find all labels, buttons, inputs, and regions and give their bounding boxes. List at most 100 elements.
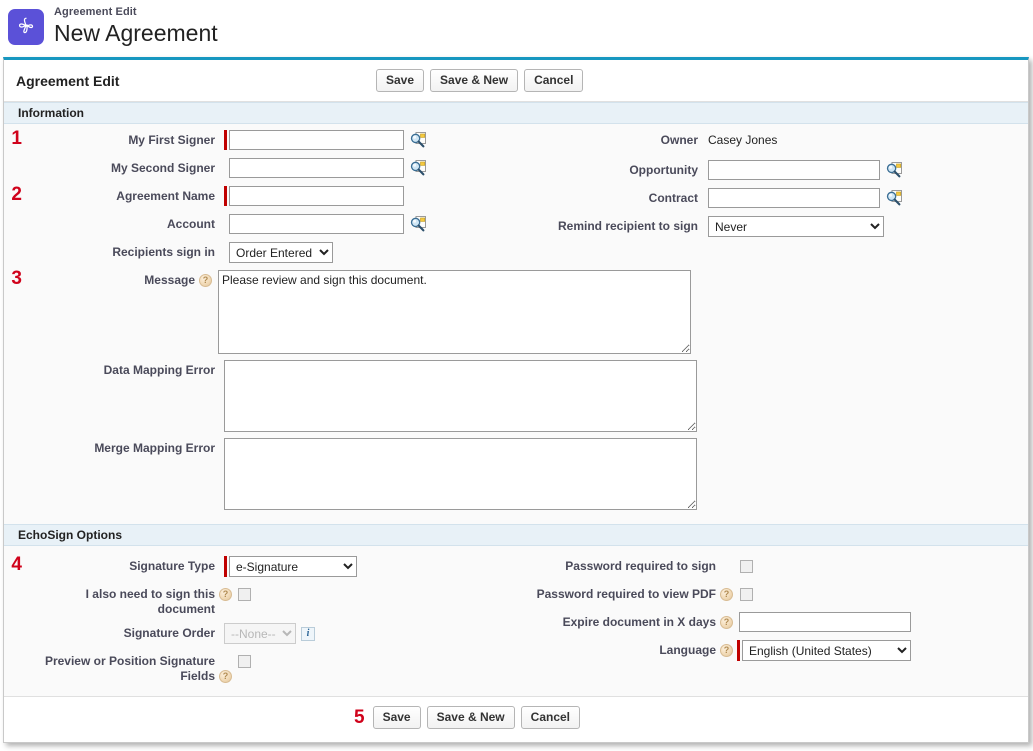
save-button[interactable]: Save: [376, 69, 425, 92]
annotation-marker-1: 1: [11, 128, 22, 149]
echosign-body: 4 Signature Type e-Signature I also need…: [4, 546, 1028, 696]
footer-button-row: Save Save & New Cancel: [372, 706, 581, 729]
field-owner: Owner Casey Jones: [520, 130, 1030, 152]
required-indicator-agreement-name: [224, 186, 227, 206]
section-header-echosign-options: EchoSign Options: [4, 524, 1028, 546]
label-password-required-to-sign: Password required to sign: [565, 559, 716, 573]
remind-recipient-select[interactable]: Never: [708, 216, 884, 237]
footer-toolbar: 5 Save Save & New Cancel: [4, 696, 1028, 738]
title-block: Agreement Edit New Agreement: [54, 4, 218, 47]
lookup-icon-my-second-signer[interactable]: [409, 159, 427, 177]
annotation-marker-5: 5: [354, 707, 365, 728]
section-header-information: Information: [4, 102, 1028, 124]
help-icon-message[interactable]: ?: [199, 274, 212, 287]
field-signature-type: 4 Signature Type e-Signature: [4, 554, 520, 578]
information-body: 1 My First Signer My Second Signer 2 Agr…: [4, 124, 1028, 524]
my-second-signer-input[interactable]: [229, 158, 404, 178]
preview-position-signature-fields-checkbox[interactable]: [238, 655, 251, 668]
contract-input[interactable]: [708, 188, 880, 208]
agreement-edit-panel: Agreement Edit Save Save & New Cancel In…: [3, 57, 1029, 743]
required-indicator-language: [737, 640, 740, 661]
label-language: Language: [659, 643, 716, 657]
page-eyebrow: Agreement Edit: [54, 6, 137, 18]
echosign-left-column: 4 Signature Type e-Signature I also need…: [4, 554, 520, 690]
page-header: Agreement Edit New Agreement: [0, 0, 1033, 55]
label-signature-order: Signature Order: [123, 626, 215, 640]
field-account: Account: [4, 214, 520, 236]
annotation-marker-2: 2: [11, 184, 22, 205]
information-right-column: Owner Casey Jones Opportunity Contract R…: [520, 130, 1030, 516]
label-message: Message: [144, 273, 195, 287]
password-required-to-view-pdf-checkbox[interactable]: [740, 588, 753, 601]
field-language: Language ? English (United States): [520, 640, 1030, 662]
help-icon-expire-document[interactable]: ?: [720, 616, 733, 629]
adobe-echosign-icon: [8, 9, 44, 45]
field-password-required-to-view-pdf: Password required to view PDF ?: [520, 584, 1030, 606]
label-my-first-signer: My First Signer: [128, 133, 215, 147]
annotation-marker-4: 4: [11, 554, 22, 575]
language-select[interactable]: English (United States): [742, 640, 911, 661]
label-merge-mapping-error: Merge Mapping Error: [94, 441, 215, 455]
label-agreement-name: Agreement Name: [116, 189, 215, 203]
help-icon-password-view-pdf[interactable]: ?: [720, 588, 733, 601]
field-password-required-to-sign: Password required to sign: [520, 556, 1030, 578]
recipients-sign-in-select[interactable]: Order Entered: [229, 242, 333, 263]
field-contract: Contract: [520, 188, 1030, 210]
field-remind-recipient-to-sign: Remind recipient to sign Never: [520, 216, 1030, 238]
label-account: Account: [167, 217, 215, 231]
agreement-name-input[interactable]: [229, 186, 404, 206]
lookup-icon-my-first-signer[interactable]: [409, 131, 427, 149]
field-signature-order: Signature Order --None-- i: [4, 623, 520, 645]
label-i-also-need-to-sign: I also need to sign this document: [85, 587, 215, 616]
field-message: 3 Message ? Please review and sign this …: [4, 268, 691, 354]
password-required-to-sign-checkbox[interactable]: [740, 560, 753, 573]
section-header-echosign-label: EchoSign Options: [18, 528, 122, 542]
lookup-icon-contract[interactable]: [885, 189, 903, 207]
help-icon-i-also-need-to-sign[interactable]: ?: [219, 588, 232, 601]
my-first-signer-input[interactable]: [229, 130, 404, 150]
field-my-first-signer: 1 My First Signer: [4, 128, 520, 152]
lookup-icon-opportunity[interactable]: [885, 161, 903, 179]
help-icon-preview-position[interactable]: ?: [219, 670, 232, 683]
field-opportunity: Opportunity: [520, 160, 1030, 182]
signature-order-select[interactable]: --None--: [224, 623, 296, 644]
label-expire-document-in-x-days: Expire document in X days: [562, 615, 716, 629]
cancel-button-footer[interactable]: Cancel: [520, 706, 581, 729]
cancel-button[interactable]: Cancel: [524, 69, 584, 92]
section-header-information-label: Information: [18, 106, 84, 120]
owner-value: Casey Jones: [708, 133, 778, 147]
opportunity-input[interactable]: [708, 160, 880, 180]
save-button-footer[interactable]: Save: [372, 706, 421, 729]
signature-type-select[interactable]: e-Signature: [229, 556, 357, 577]
edit-toolbar: Agreement Edit Save Save & New Cancel: [4, 60, 1028, 102]
label-recipients-sign-in: Recipients sign in: [112, 245, 215, 259]
label-owner: Owner: [660, 133, 698, 147]
label-signature-type: Signature Type: [129, 559, 215, 573]
field-preview-position-signature-fields: Preview or Position Signature Fields ?: [4, 651, 520, 684]
info-icon-signature-order[interactable]: i: [301, 627, 315, 641]
label-opportunity: Opportunity: [629, 163, 698, 177]
annotation-marker-3: 3: [11, 268, 22, 289]
edit-bar-title: Agreement Edit: [16, 72, 120, 89]
echosign-right-column: Password required to sign Password requi…: [520, 556, 1030, 690]
label-remind-recipient-to-sign: Remind recipient to sign: [557, 219, 698, 233]
i-also-need-to-sign-checkbox[interactable]: [238, 588, 251, 601]
required-indicator-signature-type: [224, 556, 227, 577]
field-merge-mapping-error: Merge Mapping Error: [4, 438, 697, 510]
lookup-icon-account[interactable]: [409, 215, 427, 233]
label-preview-position-signature-fields: Preview or Position Signature Fields: [44, 654, 215, 683]
label-contract: Contract: [648, 191, 698, 205]
help-icon-language[interactable]: ?: [720, 644, 733, 657]
field-agreement-name: 2 Agreement Name: [4, 184, 520, 208]
expire-document-input[interactable]: [739, 612, 911, 632]
save-and-new-button[interactable]: Save & New: [430, 69, 519, 92]
label-my-second-signer: My Second Signer: [110, 161, 215, 175]
label-password-required-to-view-pdf: Password required to view PDF: [536, 587, 716, 601]
top-button-row: Save Save & New Cancel: [376, 69, 584, 92]
page-title: New Agreement: [54, 20, 218, 46]
information-left-column: 1 My First Signer My Second Signer 2 Agr…: [4, 128, 697, 516]
save-and-new-button-footer[interactable]: Save & New: [426, 706, 515, 729]
field-i-also-need-to-sign: I also need to sign this document ?: [4, 584, 520, 617]
account-input[interactable]: [229, 214, 404, 234]
field-recipients-sign-in: Recipients sign in Order Entered: [4, 242, 520, 264]
